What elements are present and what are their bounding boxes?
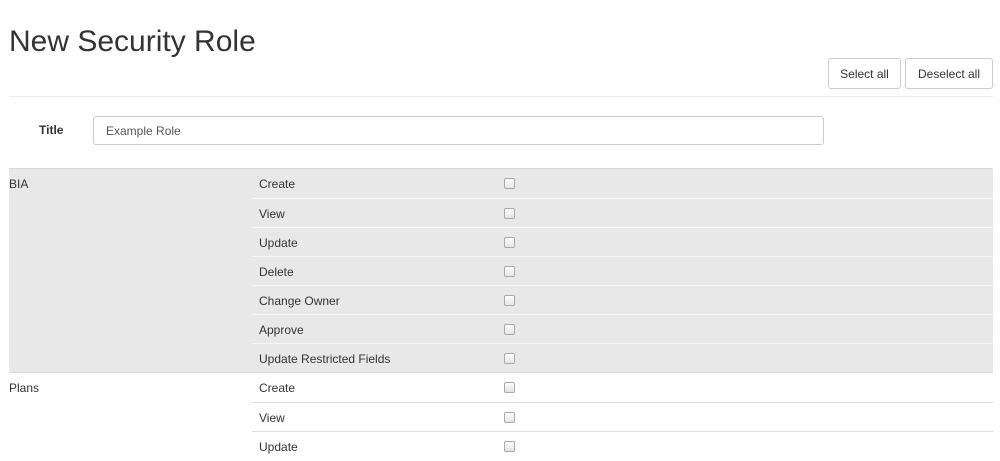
table-row: Update	[9, 431, 993, 460]
permission-checkbox[interactable]	[504, 412, 515, 423]
select-all-button[interactable]: Select all	[828, 58, 901, 89]
permission-label: Change Owner	[259, 294, 340, 308]
permission-checkbox[interactable]	[504, 178, 515, 189]
table-row: Approve	[9, 314, 993, 343]
table-row: Delete	[9, 256, 993, 285]
permission-label: Approve	[259, 323, 304, 337]
permission-checkbox[interactable]	[504, 266, 515, 277]
permission-label: Create	[259, 177, 296, 191]
permission-checkbox[interactable]	[504, 324, 515, 335]
table-row: View	[9, 198, 993, 227]
permission-checkbox[interactable]	[504, 295, 515, 306]
page-title: New Security Role	[9, 25, 256, 58]
permission-group-bia: BIA Create View Update Delete Change Own…	[9, 168, 993, 372]
permission-checkbox[interactable]	[504, 382, 515, 393]
permission-label: Create	[259, 381, 296, 395]
table-row: BIA Create	[9, 169, 993, 198]
group-name: Plans	[9, 381, 40, 395]
table-row: Update	[9, 227, 993, 256]
permission-checkbox[interactable]	[504, 208, 515, 219]
permission-label: View	[259, 411, 285, 425]
header-divider	[9, 96, 993, 97]
permissions-table: BIA Create View Update Delete Change Own…	[9, 168, 993, 460]
permission-checkbox[interactable]	[504, 441, 515, 452]
permission-checkbox[interactable]	[504, 237, 515, 248]
table-row: Update Restricted Fields	[9, 343, 993, 372]
permission-label: Update	[259, 236, 298, 250]
group-name: BIA	[9, 177, 29, 191]
table-row: Change Owner	[9, 285, 993, 314]
table-row: Plans Create	[9, 373, 993, 402]
permission-label: Update Restricted Fields	[259, 352, 391, 366]
permission-checkbox[interactable]	[504, 353, 515, 364]
permission-group-plans: Plans Create View Update	[9, 372, 993, 460]
permission-label: Update	[259, 440, 298, 454]
table-row: View	[9, 402, 993, 431]
permission-label: View	[259, 207, 285, 221]
title-label: Title	[39, 123, 64, 137]
title-input[interactable]	[93, 116, 824, 145]
permission-label: Delete	[259, 265, 294, 279]
deselect-all-button[interactable]: Deselect all	[905, 58, 993, 89]
